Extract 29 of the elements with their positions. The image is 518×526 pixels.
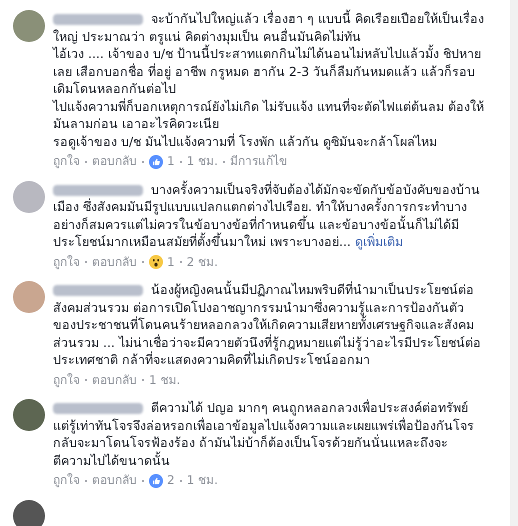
comment-time[interactable]: 1 ชม.	[186, 153, 218, 170]
avatar	[13, 281, 45, 313]
edited-label[interactable]: มีการแก้ไข	[230, 153, 287, 170]
like-link[interactable]: ถูกใจ	[53, 472, 80, 490]
comment-text: รอดูเจ้าของ บ/ช มันไปแจ้งความที่ โรงพัก แล้วกัน ดูซิมันจะกล้าโผล่ไหม	[53, 132, 438, 150]
like-link[interactable]: ถูกใจ	[53, 153, 80, 170]
comment-text: ตีความได้ ปญอ มากๆ คนถูกหลอกลวงเพื่อประสงค์ต่อทรัพย์ แต่รู้เท่าทันโจรจึงล่อหรอกเพื่อเอาข้อมูลไปแจ้งความและเผยแพร่เพื่อป้องกันโจรกลับจะมาโดนโจรฟ้องร้อง ถ้ามันไม่บ้าก็ต้องเป็นโจรด้วยกันนั่นแหละถึงจะตีความไปได้ขนาดนั้น	[53, 399, 475, 469]
reply-link[interactable]: ตอบกลับ	[92, 372, 137, 389]
like-link[interactable]: ถูกใจ	[53, 254, 80, 271]
avatar	[13, 500, 45, 526]
avatar	[13, 10, 45, 42]
see-more-link[interactable]: ดูเพิ่มเติม	[354, 234, 403, 249]
comment-text: ไอ้เวง .... เจ้าของ บ/ช ป้านนี้ประสาทแตกกินไม่ได้นอนไม่หลับไปแล้วมั้ง ชิปหายเลย เสือกบอกชื่อ ที่อยู่ อาชีพ กรูหมด ฮากัน 2-3 วันก็ลืมกันหมดแล้ว แล้วก็รอบเดิมโดนหลอกกันต่อไป	[53, 45, 482, 98]
reply-link[interactable]: ตอบกลับ	[92, 472, 137, 490]
reaction-count: 1	[167, 254, 175, 270]
reply-link[interactable]: ตอบกลับ	[92, 254, 137, 271]
avatar	[13, 399, 45, 431]
comment-text: บางครั้งความเป็นจริงที่จับต้องได้มักจะขัดกับข้อบังคับของบ้านเมือง ซึ่งสังคมมันมีรูปแบบแปลกแตกต่างไปเรือย. ทำให้บางครั้งการกระทำบางอย่างก็สมควรแต่ไม่ควรในข้อบางข้อที่กำหนดขึ้น และข้อบางข้อนั้นก็ไม่ได้มีประโยชน์มากเหมือนสมัยที่ตั้งขึ้นมาใหม่ เพราะบางอย่... ดูเพิ่มเติม	[53, 180, 481, 250]
reaction-count: 2	[167, 472, 175, 489]
reaction-count: 1	[167, 153, 175, 170]
comment-text: ไปแจ้งความพี่ก็บอกเหตุการณ์ยังไม่เกิด ไม่รับแจ้ง แทนที่จะตัดไฟแต่ต้นลม ต้องให้มันลามก่อน เอาอะไรคิดวะเนีย	[53, 98, 485, 132]
avatar	[13, 180, 45, 212]
comment-time[interactable]: 1 ชม.	[149, 372, 180, 389]
comment-time[interactable]: 2 ชม.	[186, 254, 218, 271]
like-link[interactable]: ถูกใจ	[53, 372, 80, 389]
comment-text: จะบ้ากันไปใหญ่แล้ว เรื่องฮา ๆ แบบนี้ คิดเรือยเปือยให้เป็นเรื่องใหญ่ ประมาณว่า ตรูแน่ คิดต่างมุมเป็น คนอื่นมันคิดไม่ทัน	[53, 10, 485, 44]
comment-text: น้องผู้หญิงคนนั้นมีปฏิภาณไหมพริบดีที่นำมาเป็นประโยชน์ต่อสังคมส่วนรวม ต่อการเปิดโปงอาชญากรรมนำมาซึ่งความรู้และการป้องกันตัวของประชาชนที่โดนคนร้ายหลอกลวงให้เกิดความเสียหายทั้งเศรษฐกิจและสังคมส่วนรวม ... ไม่น่าเชื่อว่าจะมีควายตัวนึงที่รู้กฎหมายแต่ไม่รู้ว่าอะไรมีประโยชน์ต่อประเทศชาติ กล้าที่จะแสดงความคิดที่ไม่เกิดประโชน์ออกมา	[53, 281, 482, 368]
reply-link[interactable]: ตอบกลับ	[92, 153, 137, 170]
comment-time[interactable]: 1 ชม.	[186, 472, 218, 490]
